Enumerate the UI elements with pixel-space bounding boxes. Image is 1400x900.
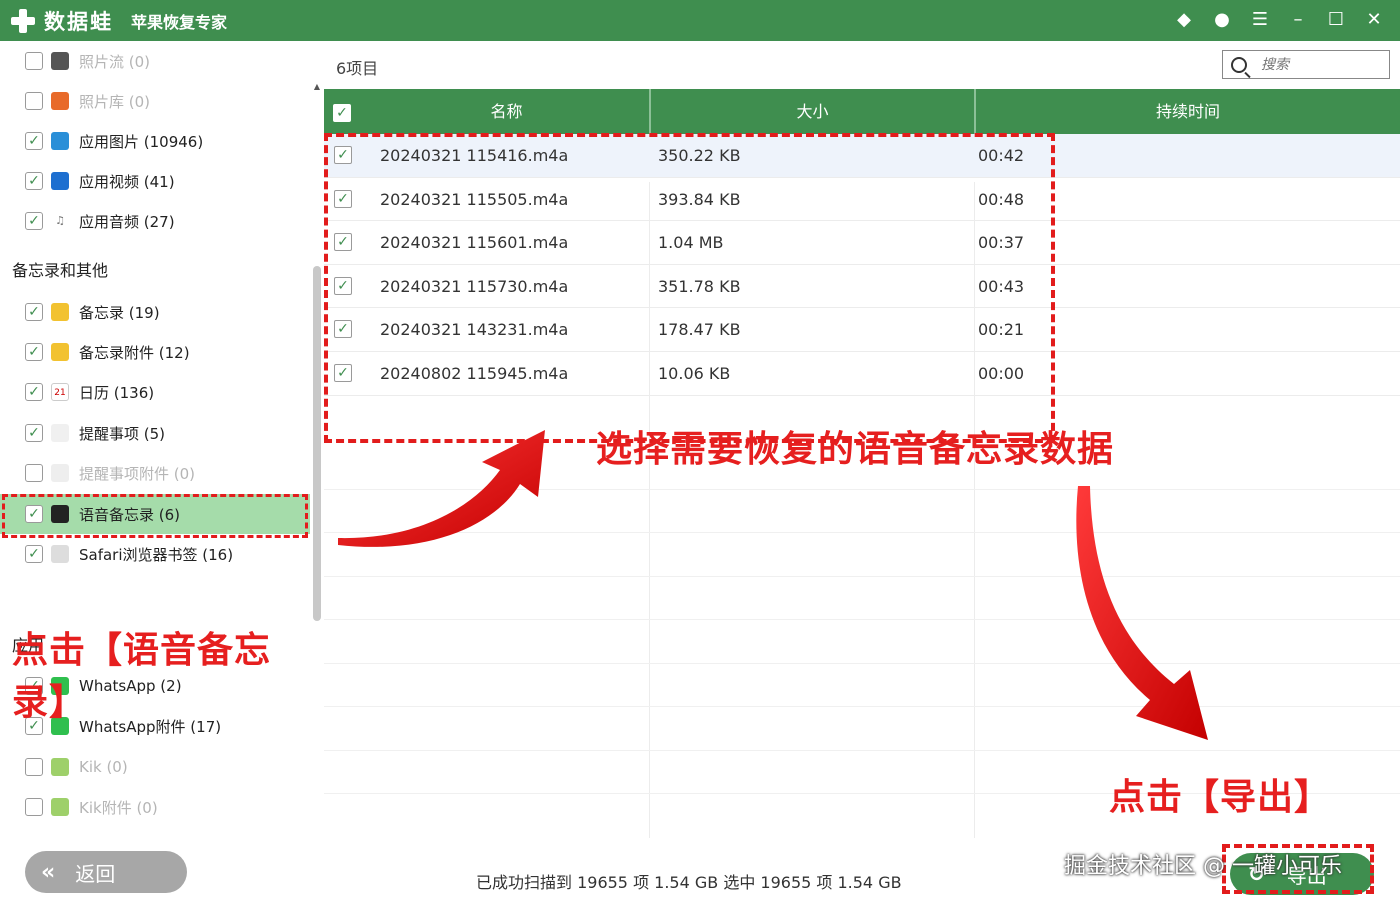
scan-status: 已成功扫描到 19655 项 1.54 GB 选中 19655 项 1.54 G… (476, 873, 902, 892)
sidebar-item[interactable]: 21 日历 (136) (0, 372, 310, 412)
sidebar-item-checkbox[interactable] (25, 424, 43, 442)
sidebar-item-label: 照片库 (0) (79, 92, 151, 111)
table-header: ✓ 名称 大小 持续时间 (324, 89, 1400, 134)
sidebar-item[interactable]: 应用视频 (41) (0, 161, 310, 201)
sidebar-item-checkbox[interactable] (25, 545, 43, 563)
empty-row-line (324, 532, 1400, 533)
annotation-box-voice-memo (2, 494, 308, 538)
search-input[interactable] (1261, 56, 1381, 73)
watermark: 掘金技术社区 @ 一罐小可乐 (1064, 854, 1342, 879)
sidebar-item-label: 照片流 (0) (79, 52, 151, 71)
sidebar-item[interactable]: 提醒事项附件 (0) (0, 453, 310, 493)
sidebar-item-checkbox[interactable] (25, 132, 43, 150)
sidebar-item-checkbox[interactable] (25, 343, 43, 361)
annotation-click-voice-memo: 点击【语音备忘录】 (12, 630, 272, 723)
maximize-icon[interactable]: ☐ (1324, 8, 1348, 32)
close-icon[interactable]: ✕ (1362, 8, 1386, 32)
sidebar-item-label: Kik (0) (79, 758, 128, 776)
sidebar-scrollbar[interactable]: ▲ ▼ (313, 82, 321, 838)
reminders-attachment-icon (51, 464, 69, 482)
back-button[interactable]: « 返回 (25, 851, 187, 893)
logo-icon (8, 6, 38, 36)
sidebar-item-checkbox[interactable] (25, 92, 43, 110)
sidebar-item[interactable]: Kik附件 (0) (0, 787, 310, 827)
image-icon (51, 132, 69, 150)
category-sidebar: 照片流 (0) 照片库 (0) 应用图片 (10946) 应用视频 (41) ♫ 应用音频… (0, 41, 324, 838)
diamond-icon[interactable]: ◆ (1172, 8, 1196, 32)
sidebar-item-checkbox[interactable] (25, 303, 43, 321)
camera-icon (51, 52, 69, 70)
annotation-box-file-list (324, 133, 1055, 443)
item-count: 6项目 (336, 59, 379, 78)
column-header-size[interactable]: 大小 (651, 89, 976, 134)
sidebar-item-label: 日历 (136) (79, 383, 155, 402)
sidebar-item[interactable]: ♫ 应用音频 (27) (0, 201, 310, 241)
back-button-label: 返回 (75, 861, 116, 886)
search-icon (1231, 56, 1247, 73)
sidebar-item-label: 提醒事项附件 (0) (79, 464, 196, 483)
kik-attachment-icon (51, 798, 69, 816)
sidebar-item-label: 备忘录 (19) (79, 303, 160, 322)
sidebar-item[interactable]: 备忘录 (19) (0, 292, 310, 332)
calendar-icon: 21 (51, 383, 69, 401)
sidebar-item-checkbox[interactable] (25, 212, 43, 230)
empty-row-line (324, 663, 1400, 664)
empty-row-line (324, 619, 1400, 620)
bottom-bar: « 返回 已成功扫描到 19655 项 1.54 GB 选中 19655 项 1… (0, 838, 1400, 900)
select-all-checkbox[interactable]: ✓ (333, 104, 351, 122)
app-brand: 数据蛙 (44, 9, 113, 34)
sidebar-item-checkbox[interactable] (25, 758, 43, 776)
section-memo-header: 备忘录和其他 (12, 261, 109, 280)
empty-row-line (324, 489, 1400, 490)
video-icon (51, 172, 69, 190)
sidebar-item-checkbox[interactable] (25, 798, 43, 816)
minimize-icon[interactable]: – (1286, 8, 1310, 32)
sidebar-item[interactable]: 照片库 (0) (0, 81, 310, 121)
search-box[interactable] (1222, 50, 1390, 79)
column-header-duration[interactable]: 持续时间 (976, 89, 1400, 134)
sidebar-item-label: 应用视频 (41) (79, 172, 175, 191)
sidebar-item-label: Safari浏览器书签 (16) (79, 545, 234, 564)
empty-row-line (324, 750, 1400, 751)
reminders-icon (51, 424, 69, 442)
photos-icon (51, 92, 69, 110)
kik-icon (51, 758, 69, 776)
column-header-name[interactable]: 名称 (364, 89, 651, 134)
scroll-up-icon[interactable]: ▲ (313, 82, 321, 91)
bookmark-icon (51, 545, 69, 563)
sidebar-item-checkbox[interactable] (25, 464, 43, 482)
sidebar-item[interactable]: Safari浏览器书签 (16) (0, 534, 310, 574)
sidebar-item-label: 应用图片 (10946) (79, 132, 204, 151)
sidebar-item-label: 提醒事项 (5) (79, 424, 166, 443)
double-chevron-left-icon: « (41, 859, 56, 885)
sidebar-item[interactable]: 应用图片 (10946) (0, 121, 310, 161)
empty-row-line (324, 576, 1400, 577)
menu-list-icon[interactable]: ☰ (1248, 8, 1272, 32)
annotation-click-export: 点击【导出】 (1109, 777, 1332, 818)
chat-icon[interactable]: ● (1210, 8, 1234, 32)
sidebar-item-checkbox[interactable] (25, 172, 43, 190)
sidebar-item-checkbox[interactable] (25, 52, 43, 70)
title-bar: 数据蛙 苹果恢复专家 ◆ ● ☰ – ☐ ✕ (0, 0, 1400, 41)
file-list-panel: 6项目 ✓ 名称 大小 持续时间 ✓20240321 115416.m4a350… (324, 41, 1400, 838)
annotation-select-data: 选择需要恢复的语音备忘录数据 (596, 429, 1115, 470)
sidebar-item-checkbox[interactable] (25, 383, 43, 401)
app-product-name: 苹果恢复专家 (131, 12, 228, 32)
sidebar-item[interactable]: 提醒事项 (5) (0, 413, 310, 453)
sidebar-item-label: 应用音频 (27) (79, 212, 175, 231)
sidebar-item[interactable]: Kik (0) (0, 747, 310, 787)
sidebar-item-label: 备忘录附件 (12) (79, 343, 190, 362)
notes-attachment-icon (51, 343, 69, 361)
sidebar-item[interactable]: 备忘录附件 (12) (0, 332, 310, 372)
music-note-icon: ♫ (55, 214, 65, 227)
sidebar-item-label: Kik附件 (0) (79, 798, 158, 817)
sidebar-item[interactable]: 照片流 (0) (0, 41, 310, 81)
notes-icon (51, 303, 69, 321)
empty-row-line (324, 706, 1400, 707)
scroll-thumb[interactable] (313, 266, 321, 621)
